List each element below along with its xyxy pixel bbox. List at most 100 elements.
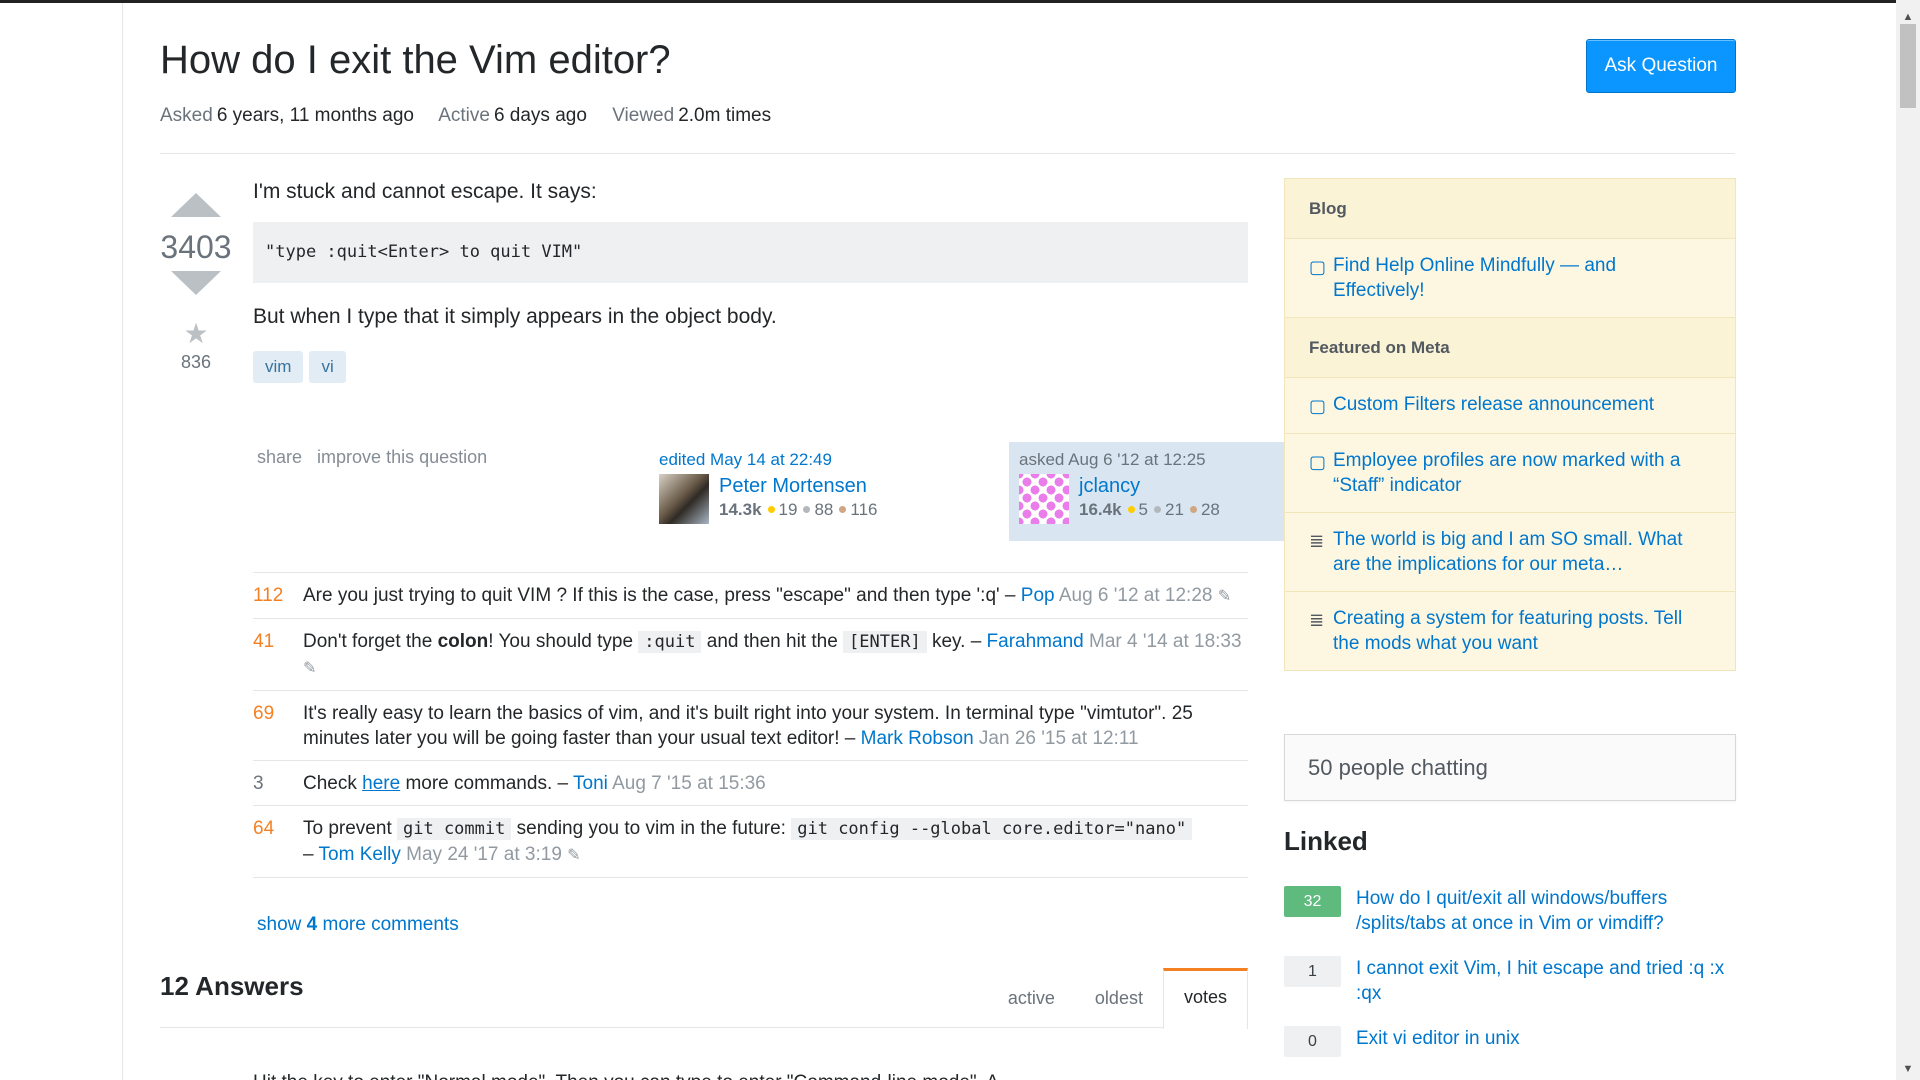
meta-item-title[interactable]: Employee profiles are now marked with a … [1333,448,1711,498]
tab-oldest[interactable]: oldest [1075,968,1163,1028]
comment-text: Don't forget the [303,631,438,652]
comment-date[interactable]: Aug 7 '15 at 15:36 [612,773,766,794]
comment: 64 To prevent git commit sending you to … [253,806,1248,878]
pencil-icon: ✎ [567,847,581,864]
comment: 69 It's really easy to learn the basics … [253,691,1248,761]
comment-text: Are you just trying to quit VIM ? If thi… [303,585,1000,606]
viewed-value: 2.0m times [678,105,772,126]
comment: 41 Don't forget the colon! You should ty… [253,619,1248,691]
comment-text: key. [926,631,966,652]
comment-score: 64 [253,818,275,839]
comment-link[interactable]: here [362,773,400,794]
blog-item[interactable]: ▢ Find Help Online Mindfully — and Effec… [1285,239,1735,318]
comment-user[interactable]: Toni [573,773,608,794]
bronze-badge-icon [1189,506,1197,514]
editor-signature: edited May 14 at 22:49 Peter Mortensen 1… [649,442,939,541]
comment-text: Check [303,773,363,794]
meta-item-title[interactable]: Creating a system for featuring posts. T… [1333,606,1711,656]
blog-meta-widget: Blog ▢ Find Help Online Mindfully — and … [1284,178,1736,671]
meta-item[interactable]: ▢ Employee profiles are now marked with … [1285,434,1735,513]
comment-date[interactable]: Jan 26 '15 at 12:11 [979,728,1139,749]
linked-title-link[interactable]: How do I quit/exit all windows/buffers /… [1356,886,1736,936]
left-sidebar-border [122,3,123,1080]
silver-badge-icon [803,506,811,514]
linked-score[interactable]: 32 [1284,886,1341,917]
favorite-count: 836 [180,352,212,372]
asker-reputation: 16.4k 5 21 28 [1079,500,1220,520]
silver-badge-count: 88 [814,500,834,519]
show-more-prefix: show [257,914,307,935]
linked-title-link[interactable]: Exit vi editor in unix [1356,1026,1520,1057]
linked-score[interactable]: 1 [1284,956,1341,987]
vote-column: 3403 ★ 836 [160,185,232,373]
editor-name[interactable]: Peter Mortensen [719,474,878,498]
linked-title-link[interactable]: I cannot exit Vim, I hit escape and trie… [1356,956,1736,1006]
edited-date-link[interactable]: edited May 14 at 22:49 [659,450,929,470]
comment-bold-text: colon [437,631,489,652]
tab-votes[interactable]: votes [1162,968,1248,1029]
silver-badge-icon [1154,506,1162,514]
comment-user[interactable]: Pop [1021,585,1055,606]
comment: 112 Are you just trying to quit VIM ? If… [253,573,1248,619]
tag-vim[interactable]: vim [253,351,304,383]
chat-box[interactable]: 50 people chatting [1284,734,1736,801]
comment-date[interactable]: Mar 4 '14 at 18:33 [1089,631,1242,652]
meta-item[interactable]: ▢ Custom Filters release announcement [1285,378,1735,434]
improve-question-link[interactable]: improve this question [317,447,487,467]
question-title[interactable]: How do I exit the Vim editor? [160,38,671,83]
header-divider [160,153,1735,154]
avatar[interactable] [1019,474,1069,524]
vote-count: 3403 [160,229,232,265]
body-paragraph: But when I type that it simply appears i… [253,305,777,328]
meta-item[interactable]: ≣ The world is big and I am SO small. Wh… [1285,513,1735,592]
tag-vi[interactable]: vi [309,351,346,383]
linked-item: 32 How do I quit/exit all windows/buffer… [1284,886,1736,936]
show-more-count: 4 [306,914,318,935]
speech-bubble-icon: ▢ [1309,396,1327,416]
active-value[interactable]: 6 days ago [494,105,587,126]
downvote-icon[interactable] [171,271,221,295]
scrollbar[interactable]: ▲ ▼ [1896,0,1920,1080]
asker-name[interactable]: jclancy [1079,474,1220,498]
bronze-badge-count: 28 [1200,500,1220,519]
asker-signature: asked Aug 6 '12 at 12:25 jclancy 16.4k 5 2… [1009,442,1309,541]
scroll-thumb[interactable] [1900,24,1916,108]
linked-item: 0 Exit vi editor in unix [1284,1026,1736,1057]
silver-badge-count: 21 [1165,500,1184,519]
comment-user[interactable]: Farahmand [987,631,1084,652]
stack-logo-icon: ≣ [1309,531,1325,551]
meta-item[interactable]: ≣ Creating a system for featuring posts.… [1285,592,1735,670]
comment-score: 3 [253,773,264,794]
favorite-star-icon[interactable]: ★ [160,317,232,350]
linked-list: 32 How do I quit/exit all windows/buffer… [1284,886,1736,1077]
editor-reputation: 14.3k 19 88 116 [719,500,878,520]
meta-item-title[interactable]: The world is big and I am SO small. What… [1333,527,1711,577]
show-more-comments-link[interactable]: show 4 more comments [257,914,459,936]
scroll-down-arrow-icon[interactable]: ▼ [1896,1058,1920,1080]
share-link[interactable]: share [257,447,302,467]
gold-badge-icon [1127,506,1135,514]
meta-item-title[interactable]: Custom Filters release announcement [1333,392,1654,419]
speech-bubble-icon: ▢ [1309,452,1327,472]
comment-user[interactable]: Mark Robson [861,728,974,749]
answer-preview: Hit the key to enter "Normal mode". Then… [253,1072,999,1080]
reputation-score: 14.3k [719,500,762,519]
blog-item-title[interactable]: Find Help Online Mindfully — and Effecti… [1333,253,1711,303]
blog-header: Blog [1285,179,1735,239]
gold-badge-count: 5 [1138,500,1149,519]
comment-list: 112 Are you just trying to quit VIM ? If… [253,572,1248,878]
linked-score[interactable]: 0 [1284,1026,1341,1057]
bronze-badge-icon [839,506,847,514]
main-content: How do I exit the Vim editor? Ask Questi… [160,0,1736,1080]
ask-question-button[interactable]: Ask Question [1586,39,1736,93]
comment-user[interactable]: Tom Kelly [319,844,401,865]
comment-code: :quit [638,631,702,653]
avatar[interactable] [659,474,709,524]
comment-date[interactable]: Aug 6 '12 at 12:28 [1059,585,1213,606]
tab-active[interactable]: active [988,968,1075,1028]
comment-separator: – [839,728,861,749]
tag-list: vim vi [253,351,1248,383]
comment-date[interactable]: May 24 '17 at 3:19 [406,844,562,865]
reputation-score: 16.4k [1079,500,1122,519]
upvote-icon[interactable] [171,193,221,217]
